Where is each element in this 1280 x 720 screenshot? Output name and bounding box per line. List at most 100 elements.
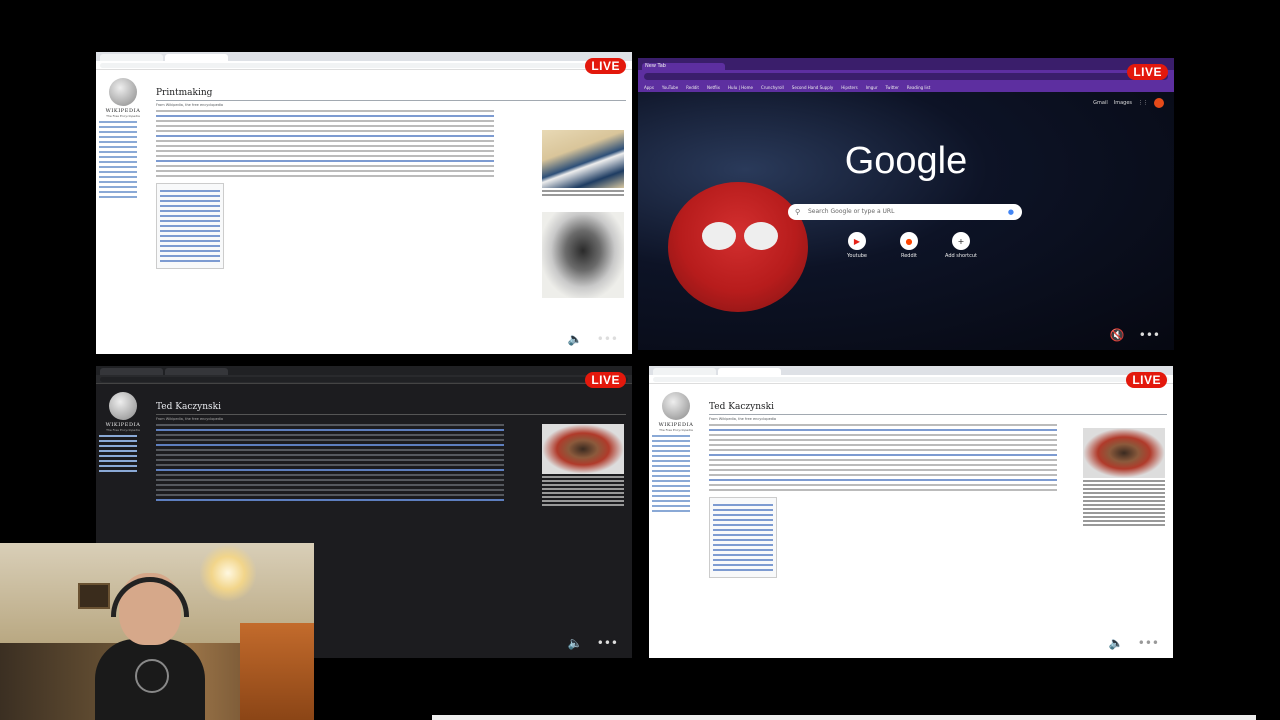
browser-tab[interactable]	[653, 368, 716, 375]
page-subtitle: From Wikipedia, the free encyclopedia	[156, 103, 224, 107]
address-bar	[96, 61, 632, 70]
more-icon[interactable]: •••	[597, 636, 618, 650]
video-controls: 🔈 •••	[568, 332, 618, 346]
google-logo: Google	[844, 140, 968, 182]
url-field[interactable]	[100, 62, 628, 68]
page-title: Printmaking	[156, 88, 626, 101]
reddit-icon: ●	[900, 232, 918, 250]
browser-tab-active[interactable]	[165, 368, 228, 375]
url-field[interactable]	[100, 376, 628, 382]
apps-grid-icon[interactable]: ⋮⋮	[1138, 100, 1148, 106]
video-controls: 🔇 •••	[1110, 328, 1160, 342]
page-subtitle: From Wikipedia, the free encyclopedia	[709, 417, 777, 421]
bookmark-item[interactable]: Hulu | Home	[728, 85, 753, 90]
live-badge: LIVE	[585, 58, 626, 74]
url-field[interactable]	[653, 376, 1169, 382]
wiki-content: Printmaking From Wikipedia, the free enc…	[150, 70, 632, 354]
volume-icon[interactable]: 🔈	[568, 332, 583, 346]
wiki-tagline: The Free Encyclopedia	[106, 428, 140, 432]
wikipedia-globe-icon[interactable]	[109, 78, 137, 106]
browser-tab[interactable]	[100, 368, 163, 375]
streamer	[95, 573, 205, 720]
bookmark-item[interactable]: YouTube	[662, 85, 678, 90]
headphones-icon	[111, 577, 189, 617]
plus-icon: +	[952, 232, 970, 250]
bookmark-item[interactable]: Second Hand Supply	[792, 85, 833, 90]
browser-tab-active[interactable]: New Tab	[642, 63, 725, 70]
page-title: Ted Kaczynski	[709, 402, 1167, 415]
stream-progress-bar	[432, 715, 1256, 720]
page-title: Ted Kaczynski	[156, 402, 626, 415]
table-of-contents	[156, 183, 224, 269]
new-tab-page: Gmail Images ⋮⋮ Google ⚲ Search Google o…	[638, 92, 1174, 350]
bookmark-item[interactable]: Crunchyroll	[761, 85, 784, 90]
browser-tab[interactable]	[100, 54, 163, 61]
google-top-links: Gmail Images ⋮⋮	[1093, 98, 1164, 108]
webcam-overlay	[0, 543, 314, 720]
tab-bar	[96, 366, 632, 375]
table-of-contents	[709, 497, 777, 578]
live-badge: LIVE	[1127, 64, 1168, 80]
wiki-sidebar: WIKIPEDIA The Free Encyclopedia	[96, 70, 150, 354]
microphone-icon[interactable]: ●	[1008, 204, 1014, 220]
more-icon[interactable]: •••	[1139, 328, 1160, 342]
muted-volume-icon[interactable]: 🔇	[1110, 328, 1125, 342]
infobox	[1083, 428, 1165, 528]
video-controls: 🔈 •••	[1109, 636, 1159, 650]
browser-tab-active[interactable]	[165, 54, 228, 61]
gmail-link[interactable]: Gmail	[1093, 100, 1108, 106]
shortcut-label: Youtube	[847, 253, 867, 259]
wiki-tagline: The Free Encyclopedia	[659, 428, 693, 432]
tab-bar	[96, 52, 632, 61]
shortcut-reddit[interactable]: ● Reddit	[895, 232, 923, 259]
shortcut-youtube[interactable]: ▶ Youtube	[843, 232, 871, 259]
address-bar	[638, 70, 1174, 82]
etching-portrait-image	[542, 212, 624, 298]
browser-tab-active[interactable]	[718, 368, 781, 375]
tab-bar	[649, 366, 1173, 375]
more-icon[interactable]: •••	[1138, 636, 1159, 650]
volume-icon[interactable]: 🔈	[1109, 636, 1124, 650]
url-field[interactable]	[644, 72, 1168, 80]
stream-tile-google[interactable]: LIVE New Tab Apps YouTube Reddit Netflix…	[638, 58, 1174, 350]
wikipedia-globe-icon[interactable]	[662, 392, 690, 420]
bookmark-item[interactable]: Netflix	[707, 85, 720, 90]
youtube-icon: ▶	[848, 232, 866, 250]
live-badge: LIVE	[1126, 372, 1167, 388]
wiki-page: WIKIPEDIA The Free Encyclopedia Printmak…	[96, 70, 632, 354]
wiki-page: WIKIPEDIA The Free Encyclopedia Ted Kacz…	[649, 384, 1173, 658]
address-bar	[649, 375, 1173, 384]
wiki-tagline: The Free Encyclopedia	[106, 114, 140, 118]
portrait-image	[1083, 428, 1165, 478]
wiki-content: Ted Kaczynski From Wikipedia, the free e…	[703, 384, 1173, 658]
portrait-image	[542, 424, 624, 474]
address-bar	[96, 375, 632, 384]
webcam-dresser	[240, 623, 314, 720]
images-link[interactable]: Images	[1114, 100, 1132, 106]
infobox	[542, 130, 624, 298]
more-icon[interactable]: •••	[597, 332, 618, 346]
stream-tile-printmaking[interactable]: LIVE WIKIPEDIA The Free Encyclopedia Pri…	[96, 52, 632, 354]
shortcut-add[interactable]: + Add shortcut	[945, 232, 977, 259]
bookmark-item[interactable]: Imgur	[866, 85, 878, 90]
search-input[interactable]: ⚲ Search Google or type a URL ●	[788, 204, 1022, 220]
great-wave-image	[542, 130, 624, 188]
bookmark-item[interactable]: Apps	[644, 85, 654, 90]
page-subtitle: From Wikipedia, the free encyclopedia	[156, 417, 224, 421]
shortcut-label: Reddit	[900, 253, 918, 259]
stream-tile-wiki-light[interactable]: LIVE WIKIPEDIA The Free Encyclopedia Ted…	[649, 366, 1173, 658]
search-icon: ⚲	[795, 208, 801, 216]
volume-icon[interactable]: 🔈	[568, 636, 583, 650]
wikipedia-globe-icon[interactable]	[109, 392, 137, 420]
bookmark-item[interactable]: Hipsters	[841, 85, 858, 90]
shirt-logo-icon	[135, 659, 169, 693]
account-avatar[interactable]	[1154, 98, 1164, 108]
shortcut-label: Add shortcut	[945, 253, 977, 259]
bookmark-item[interactable]: Reddit	[686, 85, 699, 90]
wiki-sidebar: WIKIPEDIA The Free Encyclopedia	[649, 384, 703, 658]
search-placeholder: Search Google or type a URL	[808, 208, 895, 215]
tab-bar: New Tab	[638, 58, 1174, 70]
video-controls: 🔈 •••	[568, 636, 618, 650]
bookmark-item[interactable]: Reading list	[907, 85, 930, 90]
bookmark-item[interactable]: Twitter	[886, 85, 899, 90]
